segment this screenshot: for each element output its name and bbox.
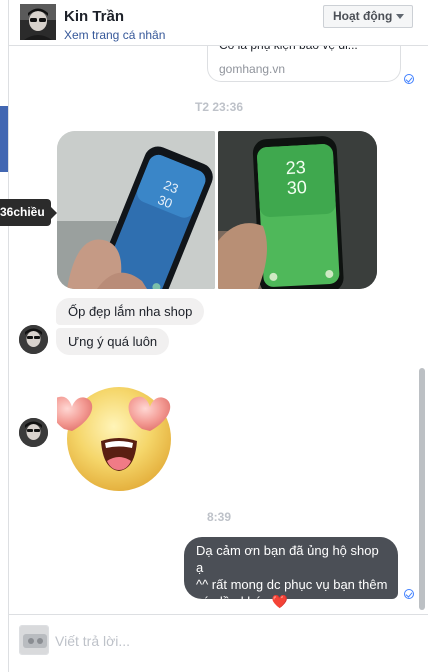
timestamp-divider: 8:39 — [206, 510, 232, 524]
outgoing-message-bubble: Dạ cảm ơn bạn đã ủng hộ shop ạ ^^ rất mo… — [184, 537, 398, 609]
composer — [9, 614, 428, 672]
photo-attachment[interactable]: 23 30 — [57, 131, 215, 289]
seen-check-icon — [404, 74, 414, 84]
contact-name[interactable]: Kin Trần — [64, 8, 124, 25]
photo-attachment[interactable]: 23 30 — [218, 131, 377, 289]
photo2-lock-min: 30 — [286, 177, 307, 198]
link-domain: gomhang.vn — [219, 62, 286, 76]
status-dropdown-button[interactable]: Hoạt động — [323, 5, 413, 28]
background-page-stub — [0, 106, 8, 172]
outgoing-line: Dạ cảm ơn bạn đã ủng hộ shop ạ — [196, 543, 379, 575]
seen-check-icon — [404, 589, 414, 599]
photo2-lock-hour: 23 — [285, 157, 306, 178]
message-list-scrollbar[interactable] — [419, 368, 425, 610]
outgoing-line: các lần khác — [196, 594, 269, 609]
contact-avatar-small[interactable] — [19, 325, 48, 354]
chat-panel: Kin Trần Xem trang cá nhân Hoạt động Có … — [8, 0, 428, 672]
time-tooltip: 36chiều — [0, 199, 57, 226]
view-profile-link[interactable]: Xem trang cá nhân — [64, 28, 165, 42]
status-label: Hoạt động — [333, 9, 393, 23]
chat-header: Kin Trần Xem trang cá nhân Hoạt động — [9, 0, 428, 46]
timestamp-divider: T2 23:36 — [194, 100, 244, 114]
heart-eyes-sticker[interactable] — [50, 383, 181, 493]
heart-icon: ❤️ — [271, 594, 289, 609]
caret-down-icon — [396, 14, 404, 19]
reply-input[interactable] — [55, 630, 395, 652]
incoming-message-bubble: Ốp đẹp lắm nha shop — [56, 298, 205, 325]
outgoing-line: ^^ rất mong dc phục vụ bạn thêm — [196, 577, 388, 592]
incoming-message-bubble: Ưng ý quá luôn — [56, 328, 170, 355]
my-avatar — [19, 625, 49, 655]
outgoing-line-last: các lần khác ❤️ — [196, 593, 388, 610]
contact-avatar[interactable] — [20, 4, 56, 40]
contact-avatar-small[interactable] — [19, 418, 48, 447]
